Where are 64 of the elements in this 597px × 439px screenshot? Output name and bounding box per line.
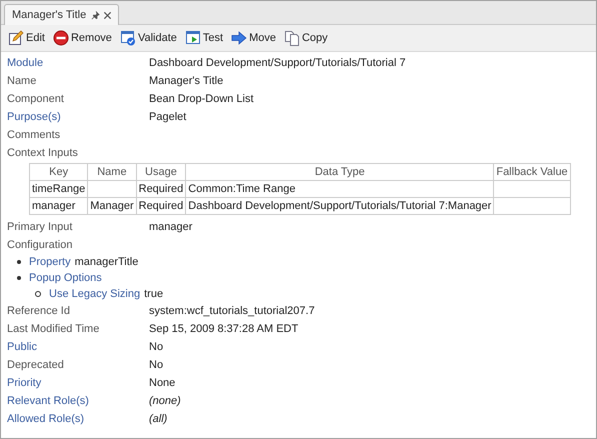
toolbar-button[interactable]: Test — [184, 30, 224, 46]
bullet-icon — [17, 276, 21, 280]
property-value: manager — [149, 221, 192, 233]
field-label: Comments — [7, 129, 60, 141]
property-value: Bean Drop-Down List — [149, 93, 254, 105]
table-cell: Required — [136, 180, 186, 198]
field-label[interactable]: Module — [7, 57, 44, 69]
field-label: Component — [7, 93, 64, 105]
bullet-icon — [35, 291, 41, 297]
field-label[interactable]: Purpose(s) — [7, 111, 61, 123]
table-cell: timeRange — [30, 180, 88, 198]
property-value: Sep 15, 2009 8:37:28 AM EDT — [149, 323, 298, 335]
document-play-icon — [184, 30, 201, 46]
property-value: Dashboard Development/Support/Tutorials/Tutorial 7 — [149, 57, 406, 69]
right-arrow-icon — [231, 30, 248, 46]
property-value: None — [149, 377, 176, 389]
column-header: Fallback Value — [494, 164, 570, 180]
no-entry-icon — [52, 30, 69, 46]
config-value: true — [144, 288, 164, 300]
field-label: Deprecated — [7, 359, 64, 371]
config-label[interactable]: Use Legacy Sizing — [49, 288, 140, 300]
property-value: No — [149, 359, 164, 371]
toolbar-button[interactable]: Edit — [7, 30, 46, 46]
property-value: No — [149, 341, 164, 353]
toolbar-button[interactable]: Remove — [52, 30, 113, 46]
tab-title: Manager's Title — [12, 9, 86, 21]
column-header: Key — [30, 164, 88, 180]
property-value: (none) — [149, 395, 181, 407]
config-label[interactable]: Popup Options — [29, 272, 102, 284]
field-label[interactable]: Public — [7, 341, 37, 353]
column-header: Usage — [136, 164, 186, 180]
config-label[interactable]: Property — [29, 256, 71, 268]
table-cell: Dashboard Development/Support/Tutorials/Tutorial 7:Manager — [186, 198, 494, 214]
table-cell: Manager — [88, 198, 136, 214]
section-label: Configuration — [7, 239, 72, 251]
pin-icon[interactable] — [91, 10, 100, 20]
column-header: Data Type — [186, 164, 494, 180]
field-label[interactable]: Relevant Role(s) — [7, 395, 89, 407]
table-cell: Common:Time Range — [186, 180, 494, 198]
property-value: Manager's Title — [149, 75, 224, 87]
config-value: managerTitle — [74, 256, 138, 268]
copy-pages-icon — [284, 30, 300, 46]
field-label[interactable]: Allowed Role(s) — [7, 413, 84, 425]
field-label: Reference Id — [7, 305, 70, 317]
field-label: Last Modified Time — [7, 323, 100, 335]
bullet-icon — [17, 260, 21, 264]
editor-tab[interactable]: Manager's Title — [4, 4, 120, 25]
property-value: (all) — [149, 413, 168, 425]
column-header: Name — [88, 164, 136, 180]
table-cell: manager — [30, 198, 88, 214]
property-value: system:wcf_tutorials_tutorial207.7 — [149, 305, 315, 317]
toolbar-button[interactable]: Validate — [118, 30, 178, 46]
table-cell: Required — [136, 198, 186, 214]
field-label[interactable]: Priority — [7, 377, 42, 389]
document-check-icon — [120, 30, 136, 46]
toolbar-button[interactable]: Move — [230, 30, 277, 46]
toolbar-button[interactable]: Copy — [282, 30, 329, 46]
pencil-paper-icon — [8, 30, 24, 46]
field-label: Primary Input — [7, 221, 72, 233]
section-label: Context Inputs — [7, 147, 78, 159]
field-label: Name — [7, 75, 36, 87]
property-value: Pagelet — [149, 111, 186, 123]
table-cell — [88, 180, 136, 198]
close-icon[interactable] — [103, 10, 112, 20]
